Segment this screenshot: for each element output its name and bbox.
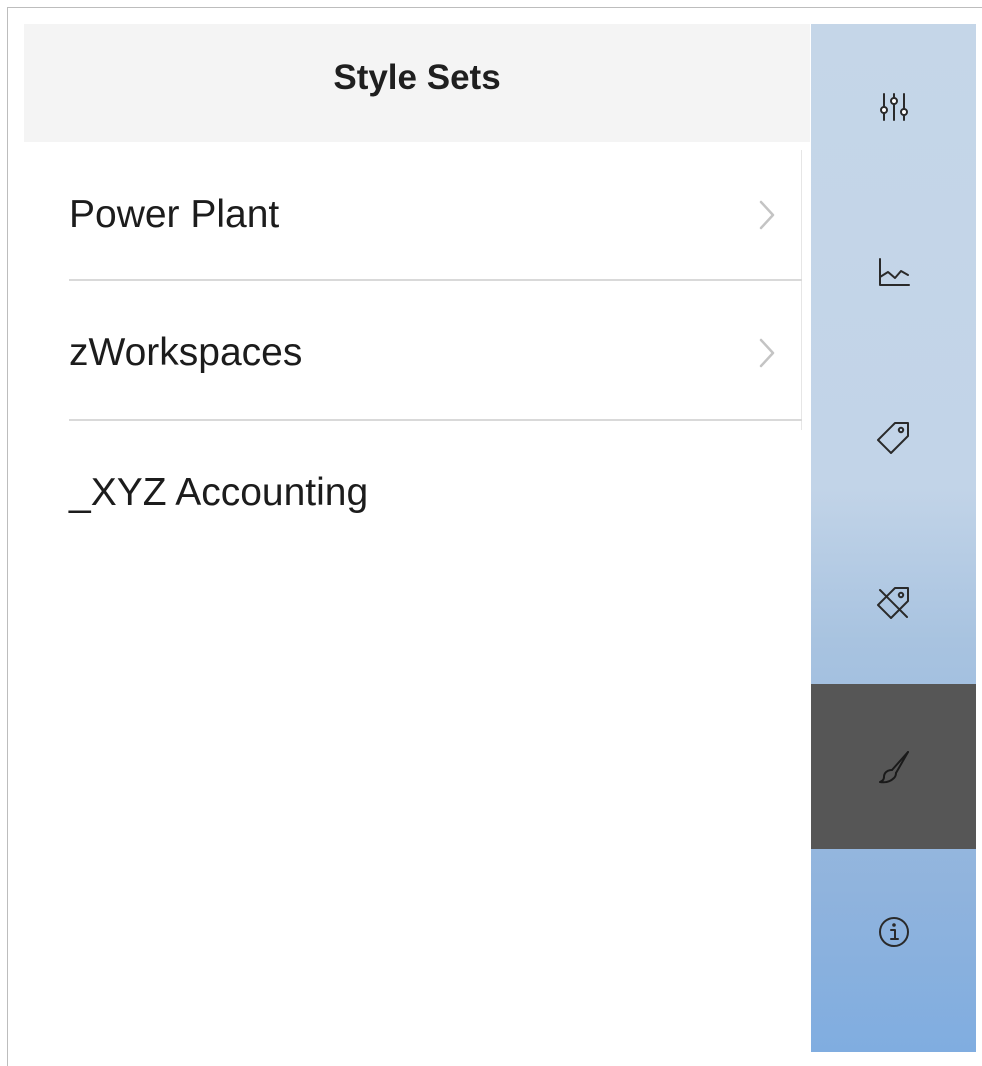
info-icon [878, 916, 909, 947]
list-item-zworkspaces[interactable]: zWorkspaces [24, 283, 810, 422]
list-item-label: Power Plant [69, 192, 280, 236]
chevron-right-icon [758, 198, 776, 232]
list-item-xyz-accounting[interactable]: _XYZ Accounting [24, 423, 810, 562]
tag-off-icon [876, 586, 909, 619]
rail-button-untag[interactable] [811, 519, 976, 684]
rail-button-filters[interactable] [811, 24, 976, 189]
chevron-right-icon [758, 336, 776, 370]
rail-button-charts[interactable] [811, 189, 976, 354]
tag-icon [876, 421, 909, 454]
sliders-icon [879, 92, 908, 121]
rail-button-tags[interactable] [811, 354, 976, 519]
rail-button-info[interactable] [811, 849, 976, 1014]
panel-header: Style Sets [24, 24, 810, 142]
line-chart-icon [878, 257, 910, 286]
row-divider [69, 419, 802, 421]
paintbrush-icon [878, 750, 909, 783]
list-item-power-plant[interactable]: Power Plant [24, 145, 810, 284]
page-title: Style Sets [333, 58, 501, 97]
list-item-label: _XYZ Accounting [69, 470, 369, 514]
list-item-label: zWorkspaces [69, 330, 303, 374]
rail-button-style[interactable] [811, 684, 976, 849]
row-divider [69, 279, 802, 281]
tool-rail [811, 24, 976, 1052]
